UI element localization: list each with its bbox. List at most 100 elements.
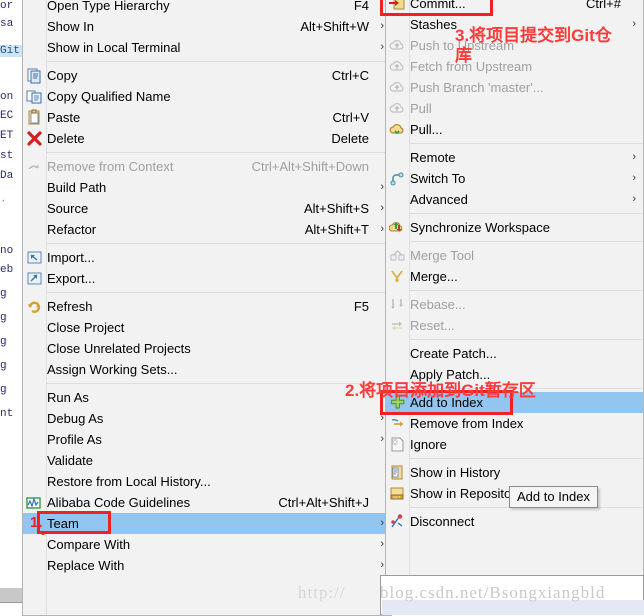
- menu-item-apply-patch[interactable]: Apply Patch...: [386, 364, 643, 385]
- menu-item-label: Alibaba Code Guidelines: [47, 495, 191, 510]
- export-icon: [26, 270, 43, 287]
- menu-separator: [410, 458, 643, 459]
- menu-item-remove-from-index[interactable]: Remove from Index: [386, 413, 643, 434]
- menu-item-switch-to[interactable]: Switch To ›: [386, 168, 643, 189]
- menu-item-delete[interactable]: Delete Delete: [23, 128, 391, 149]
- menu-item-label: Push Branch 'master'...: [410, 80, 544, 95]
- copy-qualified-icon: [26, 88, 43, 105]
- menu-item-remove-from-context[interactable]: Remove from Context Ctrl+Alt+Shift+Down: [23, 156, 391, 177]
- menu-item-push-branch-master[interactable]: Push Branch 'master'...: [386, 77, 643, 98]
- menu-item-fetch-from-upstream[interactable]: Fetch from Upstream: [386, 56, 643, 77]
- menu-item-label: Remove from Context: [47, 159, 174, 174]
- menu-item-show-in-local-terminal[interactable]: Show in Local Terminal ›: [23, 37, 391, 58]
- menu-item-shortcut: F5: [353, 299, 369, 314]
- menu-item-run-as[interactable]: Run As ›: [23, 387, 391, 408]
- background-editor-strip: or sa Git on EC ET st Da · no eb g g g g g nt: [0, 0, 24, 615]
- menu-item-shortcut: Delete: [331, 131, 369, 146]
- menu-item-label: Close Unrelated Projects: [47, 341, 191, 356]
- menu-item-label: Refactor: [47, 222, 97, 237]
- menu-item-label: Open Type Hierarchy: [47, 0, 170, 13]
- show-history-icon: [389, 464, 406, 481]
- menu-item-add-to-index[interactable]: Add to Index: [386, 392, 643, 413]
- chevron-right-icon: ›: [380, 41, 384, 53]
- menu-item-synchronize-workspace[interactable]: Synchronize Workspace: [386, 217, 643, 238]
- switch-to-icon: [389, 170, 406, 187]
- menu-item-label: Import...: [47, 250, 95, 265]
- editor-text-fragment: Git: [0, 45, 24, 57]
- menu-item-pull[interactable]: Pull...: [386, 119, 643, 140]
- editor-text-fragment: g: [0, 384, 7, 396]
- background-status-bar: [0, 588, 22, 602]
- editor-text-fragment: g: [0, 360, 7, 372]
- menu-item-label: Ignore: [410, 437, 447, 452]
- menu-item-debug-as[interactable]: Debug As ›: [23, 408, 391, 429]
- menu-item-assign-working-sets[interactable]: Assign Working Sets...: [23, 359, 391, 380]
- menu-item-show-in[interactable]: Show In Alt+Shift+W ›: [23, 16, 391, 37]
- menu-item-advanced[interactable]: Advanced ›: [386, 189, 643, 210]
- menu-item-label: Close Project: [47, 320, 125, 335]
- push-upstream-icon: [389, 37, 406, 54]
- menu-item-refactor[interactable]: Refactor Alt+Shift+T ›: [23, 219, 391, 240]
- menu-item-label: Remove from Index: [410, 416, 524, 431]
- menu-item-shortcut: Alt+Shift+T: [304, 222, 369, 237]
- menu-item-restore-from-local-history[interactable]: Restore from Local History...: [23, 471, 391, 492]
- menu-item-shortcut: Ctrl+#: [585, 0, 621, 11]
- menu-item-shortcut: F4: [353, 0, 369, 13]
- menu-item-close-project[interactable]: Close Project: [23, 317, 391, 338]
- menu-item-copy[interactable]: Copy Ctrl+C: [23, 65, 391, 86]
- menu-item-commit[interactable]: Commit... Ctrl+#: [386, 0, 643, 14]
- menu-item-show-in-history[interactable]: Show in History: [386, 462, 643, 483]
- add-to-index-icon: [389, 394, 406, 411]
- menu-item-profile-as[interactable]: Profile As ›: [23, 429, 391, 450]
- menu-item-disconnect[interactable]: Disconnect: [386, 511, 643, 532]
- menu-item-import[interactable]: Import...: [23, 247, 391, 268]
- menu-item-replace-with[interactable]: Replace With ›: [23, 555, 391, 576]
- menu-item-shortcut: Ctrl+C: [331, 68, 369, 83]
- menu-item-rebase[interactable]: Rebase...: [386, 294, 643, 315]
- menu-item-close-unrelated-projects[interactable]: Close Unrelated Projects: [23, 338, 391, 359]
- menu-item-merge-tool[interactable]: Merge Tool: [386, 245, 643, 266]
- menu-item-label: Compare With: [47, 537, 131, 552]
- menu-item-label: Merge Tool: [410, 248, 475, 263]
- rebase-icon: [389, 296, 406, 313]
- menu-item-build-path[interactable]: Build Path ›: [23, 177, 391, 198]
- refresh-icon: [26, 298, 43, 315]
- menu-item-label: Restore from Local History...: [47, 474, 211, 489]
- pull-disabled-icon: [389, 100, 406, 117]
- menu-item-label: Pull: [410, 101, 432, 116]
- menu-separator: [410, 290, 643, 291]
- svg-text:GIT: GIT: [393, 496, 401, 500]
- menu-separator: [47, 152, 391, 153]
- menu-item-source[interactable]: Source Alt+Shift+S ›: [23, 198, 391, 219]
- menu-item-merge[interactable]: Merge...: [386, 266, 643, 287]
- menu-item-stashes[interactable]: Stashes ›: [386, 14, 643, 35]
- menu-item-remote[interactable]: Remote ›: [386, 147, 643, 168]
- menu-item-refresh[interactable]: Refresh F5: [23, 296, 391, 317]
- menu-item-create-patch[interactable]: Create Patch...: [386, 343, 643, 364]
- annotation-text-step1: 1.: [30, 514, 43, 531]
- push-branch-icon: [389, 79, 406, 96]
- menu-separator: [410, 241, 643, 242]
- paste-icon: [26, 109, 43, 126]
- menu-item-open-type-hierarchy[interactable]: Open Type Hierarchy F4: [23, 0, 391, 16]
- chevron-right-icon: ›: [380, 559, 384, 571]
- copy-icon: [26, 67, 43, 84]
- menu-item-label: Add to Index: [410, 395, 483, 410]
- menu-item-alibaba-code-guidelines[interactable]: Alibaba Code Guidelines Ctrl+Alt+Shift+J: [23, 492, 391, 513]
- menu-item-team[interactable]: Team ›: [23, 513, 391, 534]
- menu-item-paste[interactable]: Paste Ctrl+V: [23, 107, 391, 128]
- chevron-right-icon: ›: [632, 172, 636, 184]
- background-bottom-panel-row: [382, 600, 644, 615]
- menu-item-pull[interactable]: Pull: [386, 98, 643, 119]
- menu-item-shortcut: Ctrl+Alt+Shift+Down: [251, 159, 369, 174]
- menu-item-validate[interactable]: Validate: [23, 450, 391, 471]
- menu-item-copy-qualified-name[interactable]: Copy Qualified Name: [23, 86, 391, 107]
- menu-item-export[interactable]: Export...: [23, 268, 391, 289]
- menu-item-push-to-upstream[interactable]: Push to Upstream: [386, 35, 643, 56]
- project-context-menu[interactable]: Open Type Hierarchy F4 Show In Alt+Shift+W ›…: [22, 0, 392, 616]
- menu-item-ignore[interactable]: Ignore: [386, 434, 643, 455]
- menu-item-label: Show in History: [410, 465, 501, 480]
- menu-item-reset[interactable]: Reset...: [386, 315, 643, 336]
- menu-item-compare-with[interactable]: Compare With ›: [23, 534, 391, 555]
- pull-icon: [389, 121, 406, 138]
